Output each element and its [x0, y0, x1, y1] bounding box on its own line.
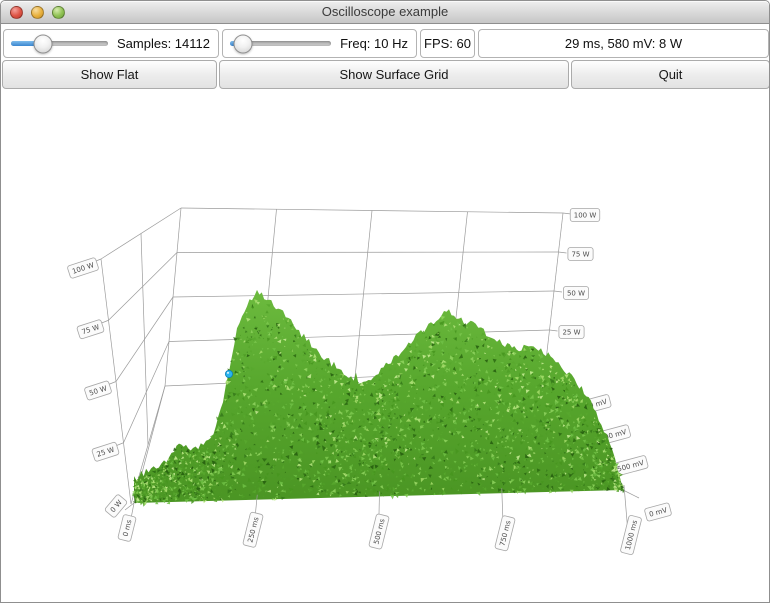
- axis-tick-label: 500 ms: [369, 514, 390, 550]
- freq-panel: Freq: 10 Hz: [222, 29, 417, 58]
- quit-button[interactable]: Quit: [571, 60, 770, 89]
- axis-tick-label: 250 ms: [243, 512, 264, 548]
- samples-slider-knob[interactable]: [34, 34, 53, 53]
- samples-panel: Samples: 14112: [3, 29, 219, 58]
- freq-label: Freq: 10 Hz: [336, 36, 416, 51]
- show-flat-button[interactable]: Show Flat: [2, 60, 217, 89]
- axis-tick-label: 1000 ms: [620, 515, 642, 555]
- axis-tick-label: 750 ms: [495, 515, 516, 551]
- cursor-marker[interactable]: [225, 370, 232, 377]
- minimize-button[interactable]: [31, 6, 44, 19]
- axis-tick-label: 0 ms: [118, 514, 137, 542]
- freq-slider[interactable]: [223, 30, 336, 57]
- surface-plot[interactable]: 500 mV1000 mV1500 mV100 W75 W50 W25 W100…: [1, 1, 770, 603]
- axis-tick-label: 25 W: [559, 326, 584, 339]
- svg-text:75 W: 75 W: [571, 251, 589, 259]
- zoom-button[interactable]: [52, 6, 65, 19]
- svg-text:100 W: 100 W: [574, 212, 597, 220]
- axis-tick-label: 0 mV: [644, 502, 672, 521]
- axis-tick-label: 100 W: [67, 257, 99, 278]
- svg-text:25 W: 25 W: [562, 329, 580, 337]
- readout-panel: 29 ms, 580 mV: 8 W: [478, 29, 769, 58]
- cursor-readout: 29 ms, 580 mV: 8 W: [565, 36, 682, 51]
- axis-tick-label: 75 W: [568, 248, 593, 261]
- freq-slider-track[interactable]: [230, 41, 331, 46]
- window-title: Oscilloscope example: [322, 4, 448, 19]
- samples-label: Samples: 14112: [113, 36, 218, 51]
- show-surface-grid-button[interactable]: Show Surface Grid: [219, 60, 569, 89]
- svg-text:50 W: 50 W: [567, 290, 585, 298]
- samples-slider-track[interactable]: [11, 41, 108, 46]
- axis-tick-label: 25 W: [92, 442, 120, 462]
- axis-tick-label: 75 W: [77, 319, 105, 339]
- close-button[interactable]: [10, 6, 23, 19]
- samples-slider[interactable]: [4, 30, 113, 57]
- axis-tick-label: 50 W: [563, 287, 588, 300]
- fps-label: FPS: 60: [424, 36, 471, 51]
- app-window: Oscilloscope example Samples: 14112 Freq…: [0, 0, 770, 603]
- title-bar[interactable]: Oscilloscope example: [1, 1, 769, 24]
- fps-panel: FPS: 60: [420, 29, 475, 58]
- axis-tick-label: 100 W: [570, 209, 600, 222]
- freq-slider-knob[interactable]: [234, 34, 253, 53]
- traffic-lights: [10, 1, 65, 23]
- axis-tick-label: 50 W: [84, 380, 112, 400]
